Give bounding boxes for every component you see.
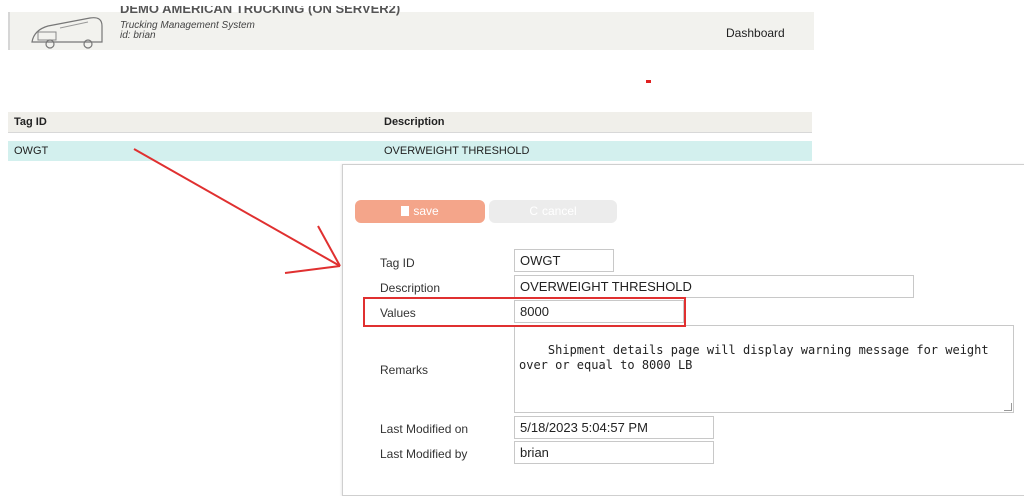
document-icon — [401, 206, 410, 216]
last-modified-by-label: Last Modified by — [380, 447, 468, 461]
save-label: save — [413, 204, 439, 218]
detail-panel: save Ccancel Tag ID Description Values R… — [342, 164, 1024, 496]
description-field[interactable] — [514, 275, 914, 298]
values-highlight-box — [363, 297, 686, 327]
cancel-label: cancel — [541, 204, 577, 218]
user-id-label: id: brian — [120, 30, 156, 41]
table-row[interactable]: OWGT OVERWEIGHT THRESHOLD — [8, 141, 812, 161]
red-mark — [646, 80, 651, 83]
save-button[interactable]: save — [355, 200, 485, 223]
resize-handle[interactable] — [1004, 403, 1012, 411]
last-modified-on-field[interactable] — [514, 416, 714, 439]
app-name: DEMO AMERICAN TRUCKING (ON SERVER2) — [120, 6, 401, 16]
cell-tag-id: OWGT — [14, 145, 49, 157]
remarks-textarea[interactable]: Shipment details page will display warni… — [514, 325, 1014, 413]
column-header-tag-id[interactable]: Tag ID — [14, 116, 47, 128]
tag-id-label: Tag ID — [380, 256, 415, 270]
last-modified-on-label: Last Modified on — [380, 422, 469, 436]
cell-description: OVERWEIGHT THRESHOLD — [384, 145, 530, 157]
truck-logo-icon — [31, 17, 103, 49]
table-header: Tag ID Description — [8, 112, 812, 133]
last-modified-by-field[interactable] — [514, 441, 714, 464]
app-header: DEMO AMERICAN TRUCKING (ON SERVER2) Truc… — [8, 6, 814, 50]
remarks-label: Remarks — [380, 363, 429, 377]
remarks-text: Shipment details page will display warni… — [519, 343, 996, 372]
description-label: Description — [380, 281, 441, 295]
refresh-icon: C — [529, 204, 538, 218]
column-header-description[interactable]: Description — [384, 116, 445, 128]
nav-dashboard-link[interactable]: Dashboard — [726, 26, 785, 40]
tag-id-field[interactable] — [514, 249, 614, 272]
cancel-button[interactable]: Ccancel — [489, 200, 617, 223]
